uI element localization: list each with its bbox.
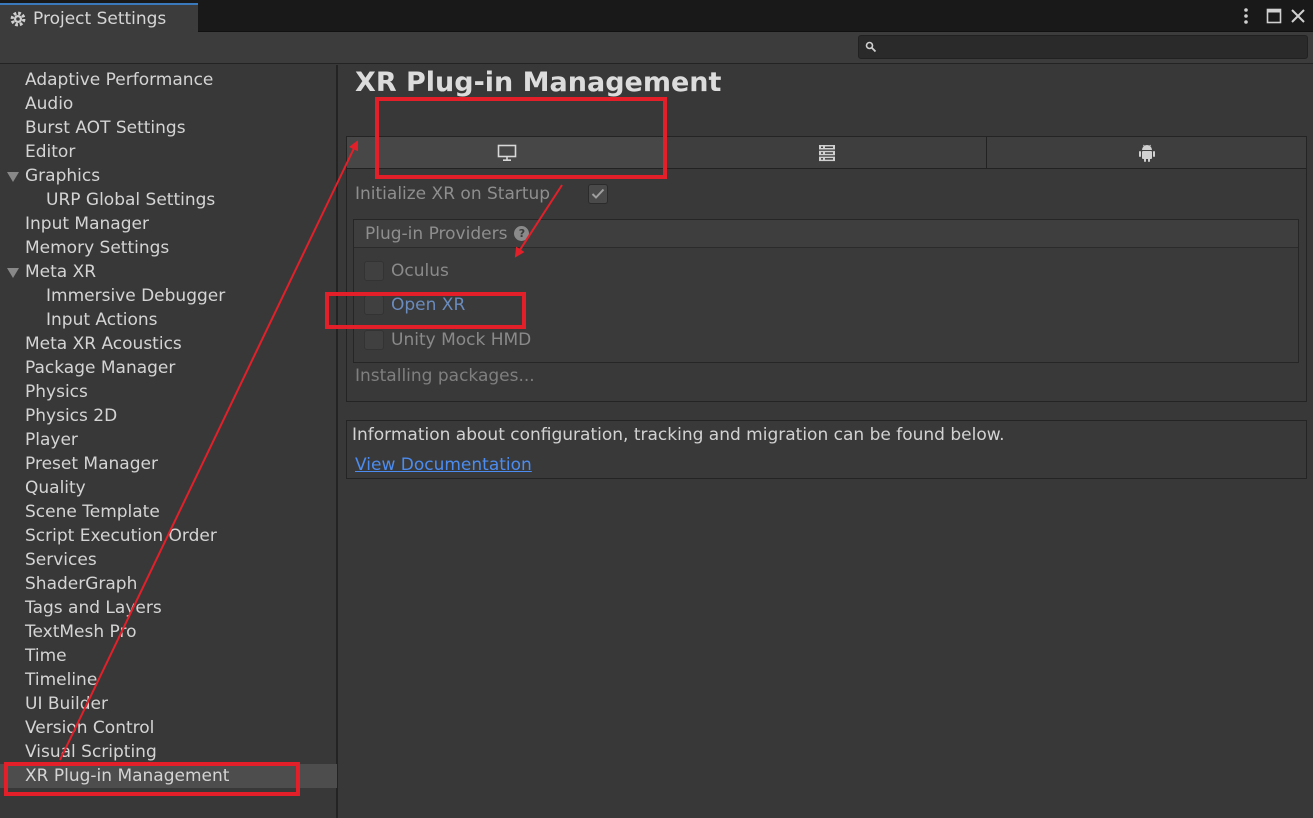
sidebar-item[interactable]: URP Global Settings [0,188,337,212]
sidebar-item[interactable]: TextMesh Pro [0,620,337,644]
initialize-xr-label: Initialize XR on Startup [355,184,551,204]
tab-dedicated-server[interactable] [667,137,987,169]
sidebar-item[interactable]: Physics 2D [0,404,337,428]
maximize-icon[interactable] [1263,3,1285,29]
sidebar-item-label: Time [25,646,67,666]
project-settings-tab[interactable]: Project Settings [0,3,198,32]
sidebar-item-label: Graphics [25,166,101,186]
sidebar-item[interactable]: Meta XR Acoustics [0,332,337,356]
plugin-providers-panel: Plug-in Providers ? Oculus Open XR Unity… [353,219,1299,363]
gear-icon [10,11,26,26]
sidebar-item[interactable]: Memory Settings [0,236,337,260]
sidebar-item-label: Meta XR [25,262,97,282]
installing-status: Installing packages... [355,366,535,386]
sidebar-item-label: Player [25,430,78,450]
sidebar-item[interactable]: Script Execution Order [0,524,337,548]
sidebar-item-label: Visual Scripting [25,742,157,762]
sidebar-item[interactable]: Physics [0,380,337,404]
info-text: Information about configuration, trackin… [352,425,1005,445]
help-icon[interactable]: ? [514,226,530,241]
oculus-label: Oculus [391,261,449,281]
sidebar-item[interactable]: Input Manager [0,212,337,236]
initialize-xr-row: Initialize XR on Startup [355,181,755,207]
sidebar-item-label: Version Control [25,718,155,738]
search-icon [865,41,877,53]
info-help-box: Information about configuration, trackin… [346,420,1307,479]
sidebar-item-label: Timeline [25,670,98,690]
page-title: XR Plug-in Management [355,67,722,98]
provider-unity-mock-hmd[interactable]: Unity Mock HMD [364,327,531,353]
close-icon[interactable] [1288,3,1308,29]
sidebar-item[interactable]: Quality [0,476,337,500]
view-documentation-link[interactable]: View Documentation [355,455,532,475]
provider-oculus[interactable]: Oculus [364,258,449,284]
sidebar-item[interactable]: ShaderGraph [0,572,337,596]
sidebar-item[interactable]: Editor [0,140,337,164]
settings-sidebar: Adaptive Performance Audio Burst AOT Setti… [0,65,338,818]
initialize-xr-checkbox[interactable] [588,184,608,204]
oculus-checkbox[interactable] [364,261,384,281]
plugin-providers-header: Plug-in Providers ? [354,220,1298,248]
sidebar-item[interactable]: Input Actions [0,308,337,332]
sidebar-item-label: UI Builder [25,694,108,714]
sidebar-item-label: ShaderGraph [25,574,138,594]
toolbar [0,32,1313,64]
sidebar-item[interactable]: Burst AOT Settings [0,116,337,140]
sidebar-item-label: Editor [25,142,76,162]
sidebar-item-label: Scene Template [25,502,160,522]
sidebar-item-label: Input Manager [25,214,149,234]
sidebar-item-label: Physics 2D [25,406,118,426]
sidebar-item[interactable]: Services [0,548,337,572]
sidebar-item-label: URP Global Settings [46,190,216,210]
search-field[interactable] [858,35,1308,59]
android-icon [1138,144,1155,162]
sidebar-item-label: Meta XR Acoustics [25,334,182,354]
unity-mock-hmd-label: Unity Mock HMD [391,330,532,350]
sidebar-item[interactable]: Preset Manager [0,452,337,476]
more-options-icon[interactable] [1236,3,1256,29]
sidebar-item[interactable]: Audio [0,92,337,116]
sidebar-item[interactable]: Graphics [0,164,337,188]
sidebar-item[interactable]: Immersive Debugger [0,284,337,308]
plugin-providers-label: Plug-in Providers [365,223,508,244]
expand-arrow-icon[interactable] [7,268,19,278]
sidebar-item-label: TextMesh Pro [25,622,137,642]
sidebar-item[interactable]: Adaptive Performance [0,68,337,92]
annotation-box-open-xr [325,292,526,329]
sidebar-item-label: Immersive Debugger [46,286,226,306]
sidebar-item[interactable]: Player [0,428,337,452]
sidebar-item[interactable]: Tags and Layers [0,596,337,620]
sidebar-item-label: Physics [25,382,88,402]
sidebar-item[interactable]: Meta XR [0,260,337,284]
annotation-box-xr-plugin-management [4,762,300,796]
expand-arrow-icon[interactable] [7,172,19,182]
sidebar-item[interactable]: Visual Scripting [0,740,337,764]
sidebar-item[interactable]: Package Manager [0,356,337,380]
unity-mock-hmd-checkbox[interactable] [364,330,384,350]
sidebar-item[interactable]: UI Builder [0,692,337,716]
search-input[interactable] [881,37,1301,57]
sidebar-item-label: Script Execution Order [25,526,217,546]
sidebar-item[interactable]: Timeline [0,668,337,692]
sidebar-item-label: Tags and Layers [25,598,162,618]
annotation-box-desktop-tab [375,97,667,179]
sidebar-item-label: Preset Manager [25,454,158,474]
checkmark-icon [591,188,605,199]
sidebar-item[interactable]: Scene Template [0,500,337,524]
tab-title: Project Settings [33,8,167,29]
sidebar-item[interactable]: Time [0,644,337,668]
sidebar-item-label: Burst AOT Settings [25,118,186,138]
sidebar-item-label: Audio [25,94,74,114]
sidebar-item-label: Input Actions [46,310,158,330]
sidebar-item-label: Memory Settings [25,238,170,258]
tab-android[interactable] [987,137,1306,169]
sidebar-item-label: Package Manager [25,358,176,378]
window-titlebar: Project Settings [0,0,1313,32]
sidebar-item-label: Adaptive Performance [25,70,214,90]
sidebar-item-label: Quality [25,478,86,498]
sidebar-item-label: Services [25,550,97,570]
server-icon [818,144,835,161]
sidebar-item[interactable]: Version Control [0,716,337,740]
